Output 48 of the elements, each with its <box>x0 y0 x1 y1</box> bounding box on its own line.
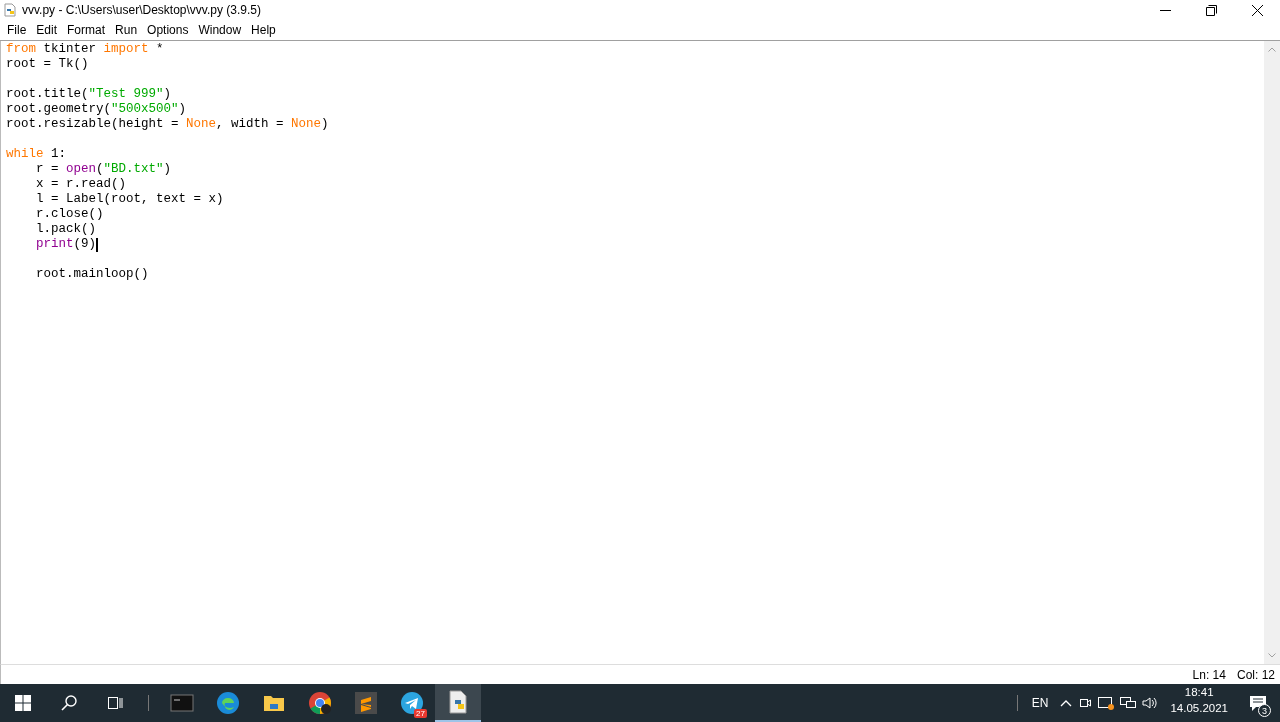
menu-item[interactable]: Run <box>110 23 143 37</box>
code-line: root.title("Test 999") <box>6 87 172 102</box>
code-line: r = open("BD.txt") <box>35 162 172 177</box>
menu-item[interactable]: Options <box>142 23 194 37</box>
notification-count: 3 <box>1258 704 1271 717</box>
menu-item[interactable]: Edit <box>31 23 63 37</box>
code-line: root.resizable(height = None, width = None) <box>6 117 329 132</box>
notification-center-button[interactable]: 3 <box>1236 684 1280 722</box>
line-number: Ln: 14 <box>1192 667 1226 682</box>
column-number: Col: 12 <box>1236 667 1275 682</box>
monitor-icon[interactable] <box>1098 696 1115 710</box>
code-line: l = Label(root, text = x) <box>35 192 224 207</box>
code-line: from tkinter import * <box>6 42 164 57</box>
telegram-icon <box>400 691 424 715</box>
code-line: root = Tk() <box>6 57 89 72</box>
language-indicator[interactable]: EN <box>1025 696 1055 710</box>
terminal-icon <box>170 691 194 715</box>
python-file-icon <box>446 690 470 714</box>
chrome-icon <box>308 691 332 715</box>
window-title: vvv.py - C:\Users\user\Desktop\vvv.py (3.9.5) <box>22 3 262 17</box>
taskbar-app-button[interactable]: 27 <box>389 684 435 722</box>
speaker-icon[interactable] <box>1142 696 1159 710</box>
restore-icon <box>1205 4 1217 16</box>
edge-icon <box>216 691 240 715</box>
close-icon <box>1251 4 1263 16</box>
menu-item[interactable]: Help <box>246 23 281 37</box>
python-file-icon <box>4 3 17 17</box>
windows-logo-icon <box>15 695 31 711</box>
clock-date[interactable]: 14.05.2021 <box>1170 700 1228 716</box>
taskbar-app-button[interactable] <box>435 684 481 722</box>
menu-item[interactable]: Window <box>193 23 247 37</box>
code-line: while 1: <box>6 147 67 162</box>
code-line: print(9) <box>35 237 97 252</box>
unread-count: 27 <box>414 709 427 718</box>
network-icon[interactable] <box>1120 696 1137 710</box>
menu-item[interactable]: Format <box>62 23 111 37</box>
code-line: r.close() <box>35 207 104 222</box>
menu-item[interactable]: File <box>2 23 32 37</box>
sublime-icon <box>354 691 378 715</box>
task-view-icon <box>107 695 123 711</box>
code-line: x = r.read() <box>35 177 126 192</box>
camera-icon[interactable] <box>1078 696 1093 710</box>
code-line: root.mainloop() <box>35 267 149 282</box>
code-line: root.geometry("500x500") <box>6 102 187 117</box>
code-line: l.pack() <box>35 222 96 237</box>
clock-time[interactable]: 18:41 <box>1184 684 1214 700</box>
chevron-up-icon[interactable] <box>1060 699 1073 707</box>
search-icon <box>61 695 77 711</box>
